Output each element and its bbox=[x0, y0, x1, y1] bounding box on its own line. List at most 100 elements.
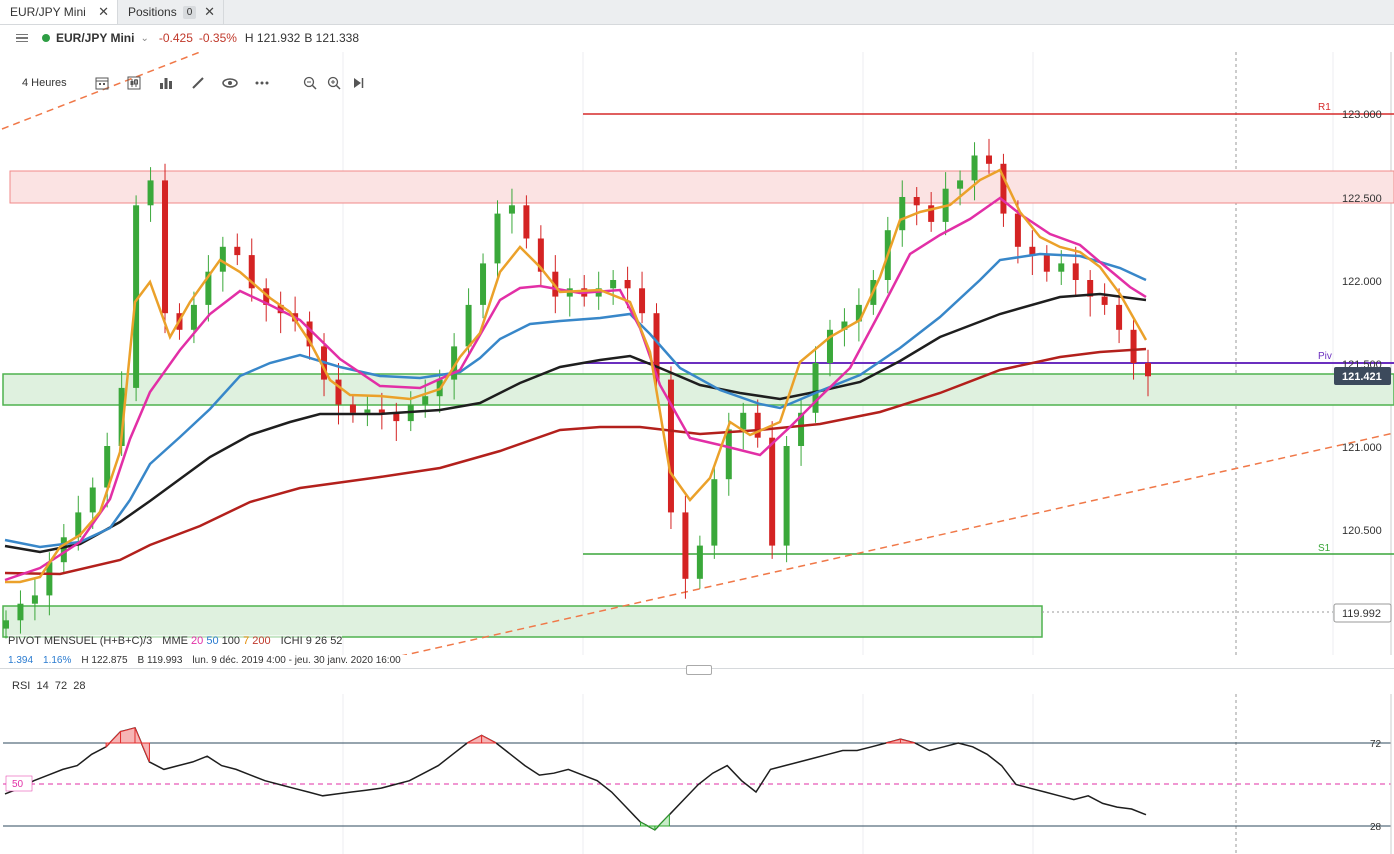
rsi-chart[interactable]: 50 72 28 bbox=[0, 694, 1394, 854]
indicator-legend: PIVOT MENSUEL (H+B+C)/3 MME 20 50 100 7 … bbox=[8, 635, 343, 647]
resistance-zone bbox=[9, 170, 1394, 204]
candle[interactable] bbox=[1145, 363, 1151, 377]
candle[interactable] bbox=[639, 288, 646, 314]
menu-icon[interactable] bbox=[16, 33, 28, 43]
rsi-overbought-area bbox=[466, 734, 483, 744]
rsi-overbought-area bbox=[899, 738, 916, 744]
rsi-legend[interactable]: RSI 14 72 28 bbox=[12, 680, 85, 692]
current-price-tag: 121.421 bbox=[1342, 371, 1382, 383]
play-icon[interactable] bbox=[349, 74, 367, 92]
candle[interactable] bbox=[378, 409, 385, 413]
range-value: 1.394 bbox=[8, 655, 34, 666]
rsi-oversold-area bbox=[654, 813, 670, 832]
ichi-legend[interactable]: ICHI 9 26 52 bbox=[281, 635, 343, 647]
eye-icon[interactable] bbox=[221, 74, 239, 92]
pencil-icon[interactable] bbox=[189, 74, 207, 92]
rsi-lower-label: 28 bbox=[1370, 822, 1382, 833]
close-icon[interactable]: ✕ bbox=[98, 4, 109, 20]
candle[interactable] bbox=[899, 197, 906, 231]
range-period: lun. 9 déc. 2019 4:00 - jeu. 30 janv. 20… bbox=[192, 655, 401, 666]
candle-type-icon[interactable] bbox=[125, 74, 143, 92]
candle[interactable] bbox=[725, 429, 732, 480]
candle[interactable] bbox=[3, 620, 9, 629]
candle[interactable] bbox=[349, 404, 356, 413]
rsi-upper-label: 72 bbox=[1370, 739, 1382, 750]
candle[interactable] bbox=[190, 304, 197, 330]
drag-handle-icon[interactable] bbox=[686, 665, 712, 675]
candle[interactable] bbox=[610, 280, 617, 289]
mme-legend[interactable]: MME 20 50 100 7 200 bbox=[162, 635, 270, 647]
candle[interactable] bbox=[1130, 329, 1137, 363]
range-info: 1.394 1.16% H 122.875 B 119.993 lun. 9 d… bbox=[8, 655, 401, 666]
candle[interactable] bbox=[422, 396, 429, 405]
candle[interactable] bbox=[696, 545, 703, 579]
candle[interactable] bbox=[1043, 255, 1050, 272]
rsi-oversold-area bbox=[639, 821, 656, 831]
price-tick: 123.000 bbox=[1342, 109, 1382, 121]
market-status-dot bbox=[42, 34, 50, 42]
positions-count-badge: 0 bbox=[182, 5, 197, 19]
candle[interactable] bbox=[89, 487, 96, 513]
candle[interactable] bbox=[162, 180, 169, 314]
candle[interactable] bbox=[971, 155, 978, 181]
zoom-out-icon[interactable] bbox=[301, 74, 319, 92]
price-chart[interactable]: 123.000 122.500 122.000 121.500 121.000 … bbox=[0, 52, 1394, 655]
pivot-legend[interactable]: PIVOT MENSUEL (H+B+C)/3 bbox=[8, 635, 152, 647]
candle[interactable] bbox=[480, 263, 487, 305]
candle[interactable] bbox=[957, 180, 964, 189]
r1-label: R1 bbox=[1318, 102, 1331, 113]
candle[interactable] bbox=[508, 205, 515, 214]
candle[interactable] bbox=[754, 412, 761, 438]
tab-eurjpy[interactable]: EUR/JPY Mini ✕ bbox=[0, 0, 118, 24]
s1-label: S1 bbox=[1318, 543, 1331, 554]
candle[interactable] bbox=[465, 304, 472, 347]
calendar-icon[interactable] bbox=[93, 74, 111, 92]
candle[interactable] bbox=[769, 437, 776, 546]
candle[interactable] bbox=[17, 603, 24, 621]
rsi-mid-label: 50 bbox=[12, 779, 24, 790]
rsi-overbought-area bbox=[481, 734, 497, 744]
timeframe-selector[interactable]: 4 Heures bbox=[18, 77, 71, 89]
candle[interactable] bbox=[682, 512, 689, 579]
price-tick: 122.000 bbox=[1342, 276, 1382, 288]
tab-positions[interactable]: Positions 0 ✕ bbox=[118, 0, 224, 24]
candle[interactable] bbox=[624, 280, 631, 289]
bar-chart-icon[interactable] bbox=[157, 74, 175, 92]
piv-label: Piv bbox=[1318, 351, 1332, 362]
candle[interactable] bbox=[494, 213, 501, 264]
instrument-name[interactable]: EUR/JPY Mini bbox=[56, 31, 134, 45]
candle[interactable] bbox=[1116, 304, 1123, 330]
low-price-tag: 119.992 bbox=[1342, 608, 1381, 620]
high-value: H 121.932 bbox=[244, 31, 301, 45]
candle[interactable] bbox=[1101, 296, 1108, 305]
zoom-in-icon[interactable] bbox=[325, 74, 343, 92]
tab-label: Positions bbox=[128, 5, 177, 19]
candle[interactable] bbox=[1072, 263, 1079, 280]
price-change-pct: -0.35% bbox=[198, 31, 237, 45]
tab-label: EUR/JPY Mini bbox=[10, 5, 86, 19]
candle[interactable] bbox=[364, 409, 371, 413]
candle[interactable] bbox=[31, 595, 38, 604]
bid-value: B 121.338 bbox=[304, 31, 360, 45]
candle[interactable] bbox=[147, 180, 154, 206]
price-change: -0.425 bbox=[158, 31, 193, 45]
range-high: H 122.875 bbox=[81, 655, 128, 666]
chart-toolbar: 4 Heures bbox=[18, 72, 367, 94]
chevron-down-icon[interactable]: ⌄ bbox=[140, 33, 148, 44]
close-icon[interactable]: ✕ bbox=[204, 4, 215, 20]
candle[interactable] bbox=[1058, 263, 1065, 272]
candle[interactable] bbox=[913, 197, 920, 206]
candle[interactable] bbox=[1014, 213, 1021, 247]
rsi-overbought-area bbox=[120, 727, 136, 744]
tab-bar: EUR/JPY Mini ✕ Positions 0 ✕ bbox=[0, 0, 1394, 25]
candle[interactable] bbox=[523, 205, 530, 239]
candle[interactable] bbox=[985, 155, 992, 164]
candle[interactable] bbox=[783, 446, 790, 546]
more-icon[interactable] bbox=[253, 74, 271, 92]
candle[interactable] bbox=[234, 246, 241, 256]
rsi-overbought-area bbox=[885, 738, 901, 744]
price-tick: 120.500 bbox=[1342, 525, 1382, 537]
candle[interactable] bbox=[740, 412, 747, 430]
candle[interactable] bbox=[711, 479, 718, 546]
instrument-header: EUR/JPY Mini ⌄ -0.425 -0.35% H 121.932 B… bbox=[0, 25, 1394, 51]
